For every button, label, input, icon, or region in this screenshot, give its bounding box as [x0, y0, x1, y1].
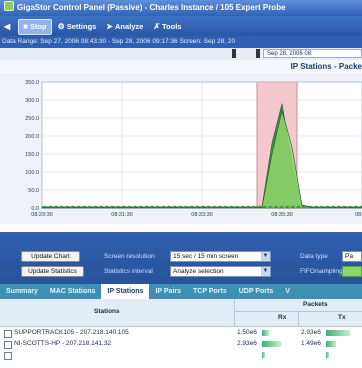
statistics-interval-label: Statistics interval	[104, 268, 153, 275]
baseline-hatch	[42, 205, 362, 208]
update-statistics-button[interactable]: Update Statistics	[21, 266, 84, 277]
x-tick-label: 08:37	[355, 212, 362, 218]
x-tick-label: 08:33:30	[191, 212, 212, 218]
tools-icon: ✗	[153, 22, 161, 31]
analyze-button[interactable]: ➤ Analyze	[102, 20, 147, 34]
stop-button[interactable]: ■ Stop	[18, 19, 52, 35]
update-chart-button[interactable]: Update Chart	[21, 251, 80, 262]
tx-value: 1.49e6	[301, 340, 321, 347]
tab-udp-ports[interactable]: UDP Ports	[233, 284, 280, 299]
tx-level-bar	[326, 352, 329, 358]
app-icon	[4, 1, 14, 11]
stations-table: Stations Packets Rx Tx SUPPORTRACK105 - …	[0, 299, 362, 368]
analyze-icon: ➤	[106, 22, 113, 31]
range-start-handle[interactable]	[232, 49, 236, 58]
gear-icon: ⚙	[57, 22, 65, 31]
data-type-select[interactable]: Pa	[342, 251, 362, 262]
tx-column-header[interactable]: Tx	[338, 314, 346, 321]
toolbar: ◀ ■ Stop ⚙ Settings ➤ Analyze ✗ Tools	[0, 16, 362, 36]
window-title: GigaStor Control Panel (Passive) - Charl…	[17, 3, 286, 12]
y-tick-label: 250.0	[25, 116, 39, 122]
tx-level-bar	[326, 341, 336, 347]
window-title-bar: GigaStor Control Panel (Passive) - Charl…	[0, 0, 362, 16]
tab-summary[interactable]: Summary	[0, 284, 44, 299]
y-tick-label: 100.0	[25, 170, 39, 176]
rx-level-bar	[262, 352, 265, 358]
tx-value: 2.93e6	[301, 329, 321, 336]
data-type-label: Data type	[300, 253, 328, 260]
stop-icon: ■	[23, 22, 28, 31]
stats-tabs: Summary MAC Stations IP Stations IP Pairs TC…	[0, 284, 362, 299]
station-name: NI-SCOTTS-HP - 207.218.141.32	[14, 340, 112, 347]
data-range-text: Data Range: Sep 27, 2006 08:43:30 - Sep …	[2, 38, 236, 45]
table-header: Stations Packets Rx Tx	[0, 299, 362, 327]
chevron-down-icon: ▼	[261, 267, 270, 276]
chevron-down-icon: ▼	[261, 252, 270, 261]
statistics-interval-select[interactable]: Analyze selection ▼	[170, 266, 271, 277]
chart-area: 350.0 300.0 250.0 200.0 150.0 100.0 50.0 0.0 08:…	[0, 74, 362, 224]
rx-level-bar	[262, 341, 281, 347]
rx-level-bar	[262, 330, 269, 336]
x-tick-label: 08:35:30	[271, 212, 292, 218]
y-tick-label: 200.0	[25, 134, 39, 140]
stop-label: Stop	[29, 22, 47, 31]
row-checkbox[interactable]	[4, 330, 12, 338]
rx-column-header[interactable]: Rx	[278, 314, 286, 321]
tab-v[interactable]: V	[279, 284, 296, 299]
back-icon: ◀	[4, 22, 11, 31]
screen-resolution-value: 15 sec / 15 min screen	[173, 253, 239, 260]
range-date-dropdown[interactable]: Sep 28, 2006 08:	[263, 49, 362, 58]
analyze-label: Analyze	[115, 22, 144, 31]
y-tick-label: 350.0	[25, 80, 39, 86]
settings-label: Settings	[66, 22, 97, 31]
range-end-handle[interactable]	[256, 49, 260, 58]
fifo-sampling-label: FIFO/sampling	[300, 268, 343, 275]
settings-button[interactable]: ⚙ Settings	[54, 20, 101, 34]
station-name: SUPPORTRACK105 - 207.218.140.105	[14, 329, 129, 336]
tab-mac-stations[interactable]: MAC Stations	[44, 284, 102, 299]
table-row[interactable]: SUPPORTRACK105 - 207.218.140.105 1.50e6 2.…	[0, 328, 362, 338]
fifo-sampling-indicator[interactable]	[342, 266, 362, 277]
stations-column-header[interactable]: Stations	[94, 308, 120, 315]
tab-ip-pairs[interactable]: IP Pairs	[149, 284, 187, 299]
data-type-value: Pa	[345, 253, 353, 260]
tools-button[interactable]: ✗ Tools	[149, 20, 185, 34]
x-tick-label: 08:29:30	[31, 212, 52, 218]
y-tick-label: 50.0	[28, 188, 39, 194]
rx-value: 2.93e6	[237, 340, 257, 347]
row-checkbox[interactable]	[4, 341, 12, 349]
tab-ip-stations[interactable]: IP Stations	[101, 284, 150, 299]
table-row[interactable]: NI-SCOTTS-HP - 207.218.141.32 2.93e6 1.49e…	[0, 339, 362, 349]
statistics-interval-value: Analyze selection	[173, 268, 224, 275]
chart-controls: Update Chart Update Statistics Screen re…	[0, 232, 362, 284]
tx-level-bar	[326, 330, 350, 336]
y-tick-label: 150.0	[25, 152, 39, 158]
rx-value: 1.50e6	[237, 329, 257, 336]
range-date-value: Sep 28, 2006 08:	[267, 51, 313, 57]
x-tick-label: 08:31:30	[111, 212, 132, 218]
chart-title: IP Stations - Packe	[0, 60, 362, 74]
packets-column-header: Packets	[303, 301, 328, 308]
y-tick-label: 300.0	[25, 98, 39, 104]
data-range-bar: Data Range: Sep 27, 2006 08:43:30 - Sep …	[0, 36, 362, 48]
tab-tcp-ports[interactable]: TCP Ports	[187, 284, 233, 299]
table-row[interactable]	[0, 350, 362, 360]
traffic-chart[interactable]: 350.0300.0250.0200.0150.0100.050.00.008:…	[0, 74, 362, 224]
screen-resolution-select[interactable]: 15 sec / 15 min screen ▼	[170, 251, 271, 262]
tools-label: Tools	[162, 22, 182, 31]
screen-resolution-label: Screen resolution	[104, 253, 155, 260]
row-checkbox[interactable]	[4, 352, 12, 360]
back-button[interactable]: ◀	[0, 20, 16, 34]
